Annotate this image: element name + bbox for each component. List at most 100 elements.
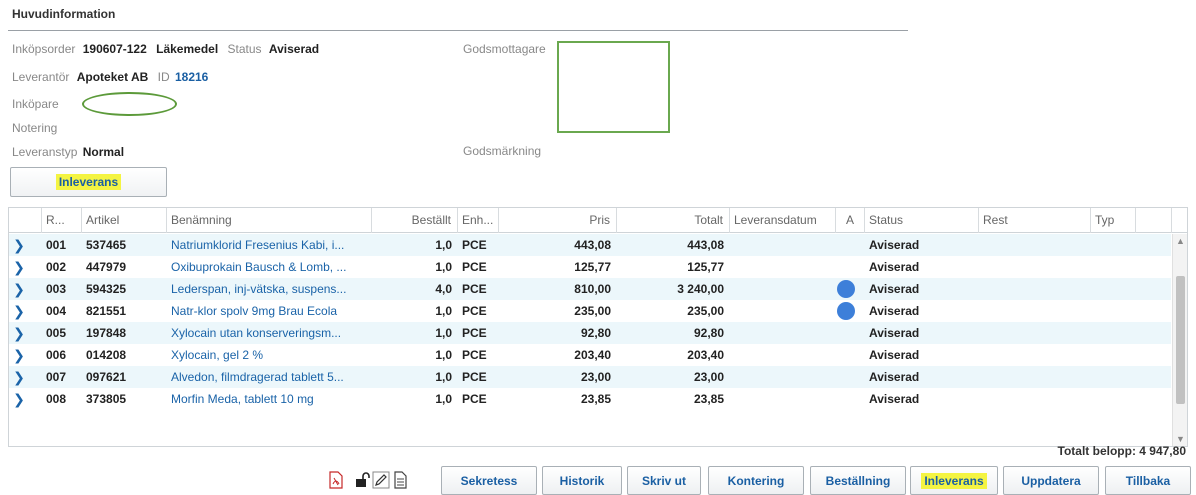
table-row[interactable]: ❯ 004 821551 Natr-klor spolv 9mg Brau Ecola… bbox=[9, 300, 1171, 322]
skriv-ut-button[interactable]: Skriv ut bbox=[627, 466, 701, 495]
leveranstyp-value: Normal bbox=[82, 145, 125, 159]
cell-r: 003 bbox=[46, 282, 67, 296]
col-header-artikel[interactable]: Artikel bbox=[82, 208, 167, 233]
col-header-r[interactable]: R... bbox=[42, 208, 82, 233]
unlock-icon[interactable] bbox=[354, 471, 372, 489]
cell-enh: PCE bbox=[462, 370, 487, 384]
cell-pris: 810,00 bbox=[574, 282, 611, 296]
cell-benamning[interactable]: Xylocain, gel 2 % bbox=[167, 344, 372, 366]
col-header-rest[interactable]: Rest bbox=[979, 208, 1091, 233]
cell-artikel: 197848 bbox=[86, 326, 127, 340]
cell-benamning[interactable]: Lederspan, inj-vätska, suspens... bbox=[167, 278, 372, 300]
expand-chevron-icon[interactable]: ❯ bbox=[12, 256, 26, 278]
inleverans-top-button[interactable]: Inleverans bbox=[10, 167, 167, 197]
cell-r: 006 bbox=[46, 348, 67, 362]
bottom-toolbar: Sekretess Historik Skriv ut Kontering Be… bbox=[0, 466, 1196, 495]
cell-pris: 443,08 bbox=[574, 238, 611, 252]
inleverans-button-label: Inleverans bbox=[921, 472, 987, 489]
cell-benamning[interactable]: Natr-klor spolv 9mg Brau Ecola bbox=[167, 300, 372, 322]
cell-r: 001 bbox=[46, 238, 67, 252]
cell-bestallt: 1,0 bbox=[435, 260, 452, 274]
cell-bestallt: 1,0 bbox=[435, 348, 452, 362]
cell-pris: 125,77 bbox=[574, 260, 611, 274]
cell-enh: PCE bbox=[462, 392, 487, 406]
cell-r: 004 bbox=[46, 304, 67, 318]
order-lines-table: R... Artikel Benämning Beställt Enh... P… bbox=[8, 207, 1188, 447]
cell-bestallt: 1,0 bbox=[435, 238, 452, 252]
cell-artikel: 097621 bbox=[86, 370, 127, 384]
leveranstyp-line: Leveranstyp Normal bbox=[12, 145, 124, 159]
cell-benamning[interactable]: Natriumklorid Fresenius Kabi, i... bbox=[167, 234, 372, 256]
cell-bestallt: 1,0 bbox=[435, 304, 452, 318]
inkopsorder-label: Inköpsorder bbox=[12, 42, 76, 56]
leverantor-line: Leverantör Apoteket AB ID 18216 bbox=[12, 70, 208, 84]
bestallning-button[interactable]: Beställning bbox=[810, 466, 906, 495]
sekretess-button[interactable]: Sekretess bbox=[441, 466, 537, 495]
table-row[interactable]: ❯ 006 014208 Xylocain, gel 2 % 1,0 PCE 203,40 2… bbox=[9, 344, 1171, 366]
col-header-bestallt[interactable]: Beställt bbox=[372, 208, 458, 233]
cell-status: Aviserad bbox=[869, 282, 920, 296]
cell-r: 002 bbox=[46, 260, 67, 274]
expand-chevron-icon[interactable]: ❯ bbox=[12, 344, 26, 366]
table-row[interactable]: ❯ 003 594325 Lederspan, inj-vätska, suspens… bbox=[9, 278, 1171, 300]
col-header-totalt[interactable]: Totalt bbox=[617, 208, 730, 233]
document-icon[interactable] bbox=[391, 471, 409, 489]
col-header-status[interactable]: Status bbox=[865, 208, 979, 233]
table-row[interactable]: ❯ 008 373805 Morfin Meda, tablett 10 mg 1,0 P… bbox=[9, 388, 1171, 410]
expand-chevron-icon[interactable]: ❯ bbox=[12, 278, 26, 300]
cell-artikel: 447979 bbox=[86, 260, 127, 274]
status-indicator-dot bbox=[837, 302, 855, 320]
vertical-scrollbar[interactable]: ▲ ▼ bbox=[1172, 234, 1187, 446]
pdf-icon[interactable] bbox=[327, 471, 345, 489]
godsmottagare-line: Godsmottagare bbox=[463, 42, 546, 56]
col-header-benamning[interactable]: Benämning bbox=[167, 208, 372, 233]
table-row[interactable]: ❯ 002 447979 Oxibuprokain Bausch & Lomb, ..… bbox=[9, 256, 1171, 278]
col-header-typ[interactable]: Typ bbox=[1091, 208, 1136, 233]
table-row[interactable]: ❯ 007 097621 Alvedon, filmdragerad tablett … bbox=[9, 366, 1171, 388]
section-title: Huvudinformation bbox=[12, 7, 116, 21]
cell-benamning[interactable]: Morfin Meda, tablett 10 mg bbox=[167, 388, 372, 410]
cell-status: Aviserad bbox=[869, 392, 920, 406]
cell-pris: 92,80 bbox=[580, 326, 611, 340]
inleverans-button[interactable]: Inleverans bbox=[910, 466, 998, 495]
table-row[interactable]: ❯ 001 537465 Natriumklorid Fresenius Kabi, … bbox=[9, 234, 1171, 256]
expand-chevron-icon[interactable]: ❯ bbox=[12, 366, 26, 388]
scroll-up-icon[interactable]: ▲ bbox=[1173, 234, 1187, 248]
table-row[interactable]: ❯ 005 197848 Xylocain utan konserveringsm..… bbox=[9, 322, 1171, 344]
pencil-icon[interactable] bbox=[372, 471, 390, 489]
godsmottagare-label: Godsmottagare bbox=[463, 42, 546, 56]
cell-benamning[interactable]: Oxibuprokain Bausch & Lomb, ... bbox=[167, 256, 372, 278]
bestallning-button-label: Beställning bbox=[825, 473, 891, 488]
kontering-button[interactable]: Kontering bbox=[708, 466, 804, 495]
cell-benamning[interactable]: Xylocain utan konserveringsm... bbox=[167, 322, 372, 344]
cell-benamning[interactable]: Alvedon, filmdragerad tablett 5... bbox=[167, 366, 372, 388]
cell-totalt: 235,00 bbox=[687, 304, 724, 318]
col-header-a[interactable]: A bbox=[836, 208, 865, 233]
col-header-enh[interactable]: Enh... bbox=[458, 208, 499, 233]
col-header-leveransdatum[interactable]: Leveransdatum bbox=[730, 208, 836, 233]
sekretess-button-label: Sekretess bbox=[460, 473, 518, 488]
expand-chevron-icon[interactable]: ❯ bbox=[12, 300, 26, 322]
col-header-extra bbox=[1136, 208, 1172, 233]
col-header-pris[interactable]: Pris bbox=[499, 208, 617, 233]
inkopare-line: Inköpare bbox=[12, 97, 59, 111]
cell-enh: PCE bbox=[462, 304, 487, 318]
historik-button[interactable]: Historik bbox=[542, 466, 622, 495]
cell-r: 007 bbox=[46, 370, 67, 384]
historik-button-label: Historik bbox=[559, 473, 605, 488]
cell-enh: PCE bbox=[462, 238, 487, 252]
annotation-ellipse bbox=[82, 92, 177, 116]
cell-artikel: 373805 bbox=[86, 392, 127, 406]
cell-totalt: 443,08 bbox=[687, 238, 724, 252]
annotation-rectangle bbox=[557, 41, 670, 133]
expand-chevron-icon[interactable]: ❯ bbox=[12, 388, 26, 410]
expand-chevron-icon[interactable]: ❯ bbox=[12, 234, 26, 256]
expand-chevron-icon[interactable]: ❯ bbox=[12, 322, 26, 344]
uppdatera-button[interactable]: Uppdatera bbox=[1003, 466, 1099, 495]
table-header: R... Artikel Benämning Beställt Enh... P… bbox=[9, 208, 1187, 233]
tillbaka-button[interactable]: Tillbaka bbox=[1105, 466, 1191, 495]
skriv-ut-button-label: Skriv ut bbox=[641, 473, 686, 488]
scrollbar-thumb[interactable] bbox=[1176, 276, 1185, 404]
col-expand bbox=[9, 208, 42, 233]
cell-artikel: 537465 bbox=[86, 238, 127, 252]
